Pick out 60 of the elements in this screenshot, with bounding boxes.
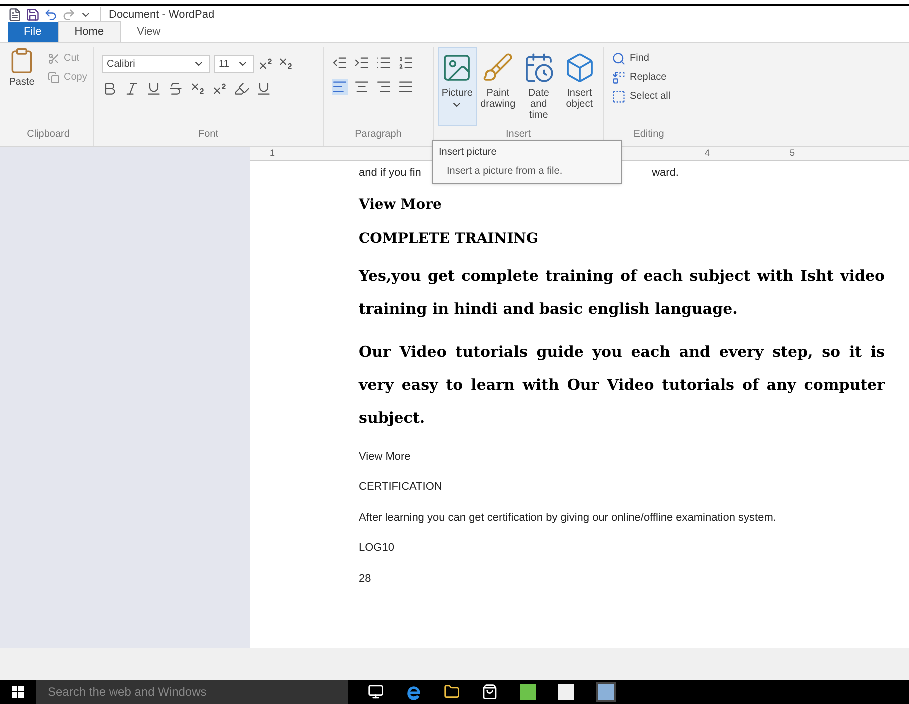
highlighter-icon[interactable] [234, 81, 250, 97]
select-all-icon [612, 90, 626, 104]
taskbar-search-field[interactable]: Search the web and Windows [36, 680, 348, 704]
task-view-icon[interactable] [368, 684, 384, 700]
ribbon-tab[interactable]: Home [58, 20, 122, 42]
align-center-icon[interactable] [354, 79, 370, 95]
font-name-field[interactable]: Calibri [102, 55, 210, 73]
document-text: 28 [359, 572, 372, 586]
decrease-indent-icon[interactable] [332, 55, 348, 71]
paste-button[interactable]: Paste [4, 47, 40, 90]
italic-icon[interactable] [124, 81, 140, 97]
editing-button[interactable]: Replace [612, 70, 686, 85]
ruler-number: 1 [270, 146, 276, 160]
insert-button[interactable]: Paint drawing [478, 47, 518, 126]
document-heading: View More [359, 196, 443, 214]
strikethrough-icon[interactable] [168, 81, 184, 97]
insert-button[interactable]: Insert object [560, 47, 599, 126]
ribbon-tab[interactable]: View [121, 22, 177, 42]
editing-button[interactable]: Find [612, 51, 686, 66]
increase-indent-icon[interactable] [354, 55, 370, 71]
document-text: After learning you can get certification by giving our online/offline examination system. [359, 510, 778, 526]
subscript-icon[interactable] [190, 81, 206, 97]
save-icon[interactable] [26, 8, 40, 22]
document-text: and if you fin [359, 166, 422, 181]
align-right-icon[interactable] [376, 79, 392, 95]
align-left-icon[interactable] [332, 79, 348, 95]
document-heading: COMPLETE TRAINING [359, 230, 540, 248]
justify-icon[interactable] [398, 79, 414, 95]
brush-icon [482, 52, 514, 84]
editing-button[interactable]: Select all [612, 89, 686, 104]
folder-icon[interactable] [444, 684, 460, 700]
group-label: Font [197, 128, 220, 142]
document-text: View More [359, 450, 412, 464]
ribbon-tab[interactable]: File [8, 22, 58, 42]
insert-button[interactable]: Picture [438, 47, 477, 126]
browser-icon[interactable] [406, 684, 422, 700]
ruler-number: 4 [705, 146, 710, 160]
scissors-icon [48, 52, 60, 64]
tooltip-text: Insert a picture from a file. [446, 165, 564, 179]
undo-icon[interactable] [44, 8, 58, 22]
app-icon [8, 8, 22, 22]
document-text: CERTIFICATION [359, 480, 444, 495]
group-label: Clipboard [26, 128, 71, 142]
document-paragraph: Yes,you get complete training of each subject with Isht video training in hindi and basic english language. [359, 266, 885, 320]
font-size-field[interactable]: 11 [214, 55, 254, 73]
insert-button[interactable]: Date and time [520, 47, 558, 126]
group-label: Insert [504, 128, 532, 142]
group-label: Paragraph [354, 128, 403, 142]
windows-logo-icon[interactable] [12, 686, 24, 698]
underline-icon[interactable] [146, 81, 162, 97]
superscript-icon[interactable] [212, 81, 228, 97]
document-text: LOG10 [359, 541, 396, 556]
ruler-number: 5 [790, 146, 796, 160]
store-icon[interactable] [482, 684, 498, 700]
copy-icon [48, 72, 60, 84]
tooltip-title: Insert picture [439, 146, 498, 160]
document-paragraph: Our Video tutorials guide you each and every step, so it is very easy to learn with Our Video tutorials of any computer subject. [359, 342, 885, 428]
document-text: ward. [652, 166, 679, 181]
group-label: Editing [632, 128, 666, 142]
replace-icon [612, 70, 626, 84]
